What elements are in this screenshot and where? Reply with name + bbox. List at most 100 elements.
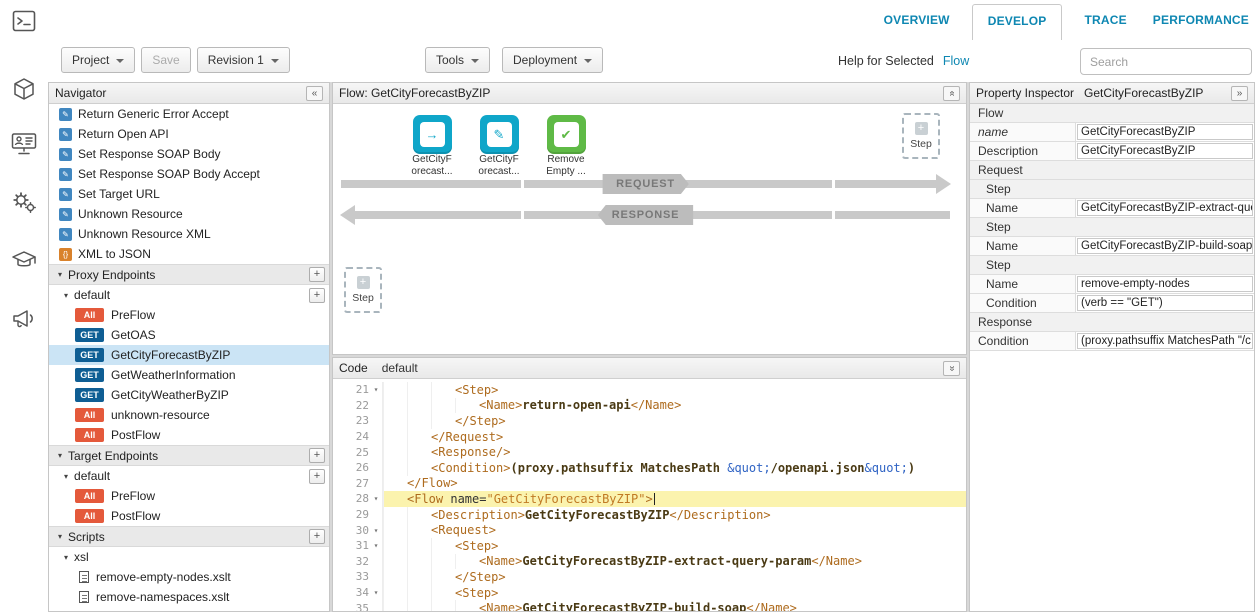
tab-performance[interactable]: PERFORMANCE (1140, 13, 1255, 40)
fold-arrow-icon[interactable]: ▾ (371, 385, 381, 394)
code-line[interactable]: 33</Step> (333, 569, 966, 585)
navigator-section-scripts[interactable]: ▾Scripts+ (49, 526, 329, 547)
graduation-cap-icon[interactable] (11, 248, 37, 272)
project-menu-button[interactable]: Project (61, 47, 135, 73)
revision-menu-button[interactable]: Revision 1 (197, 47, 290, 73)
collapse-down-icon[interactable]: » (943, 361, 960, 376)
navigator-policy-item[interactable]: ✎Unknown Resource XML (49, 224, 329, 244)
get-badge: GET (75, 388, 104, 402)
code-editor[interactable]: 21▾<Step>22<Name>return-open-api</Name>2… (333, 379, 966, 611)
property-value[interactable]: (proxy.pathsuffix MatchesPath "/c (1077, 333, 1253, 349)
navigator-flow-item-postflow[interactable]: AllPostFlow (49, 506, 329, 526)
navigator-title: Navigator (55, 86, 106, 100)
navigator-policy-item[interactable]: {}XML to JSON (49, 244, 329, 264)
indent-guide (407, 460, 431, 476)
code-line[interactable]: 29<Description>GetCityForecastByZIP</Des… (333, 507, 966, 523)
navigator-subsection-default[interactable]: ▾default+ (49, 466, 329, 486)
navigator-flow-item-getcityweatherbyzip[interactable]: GETGetCityWeatherByZIP (49, 385, 329, 405)
save-button[interactable]: Save (141, 47, 190, 73)
line-number: 28 (356, 492, 369, 505)
add-step-button-top[interactable]: + Step (902, 113, 940, 159)
chevron-down-icon: ▾ (64, 553, 68, 562)
add-button[interactable]: + (309, 288, 325, 303)
tab-trace[interactable]: TRACE (1071, 13, 1139, 40)
code-line[interactable]: 35<Name>GetCityForecastByZIP-build-soap<… (333, 600, 966, 611)
navigator-policy-item[interactable]: ✎Unknown Resource (49, 204, 329, 224)
deployment-menu-button[interactable]: Deployment (502, 47, 603, 73)
code-line[interactable]: 22<Name>return-open-api</Name> (333, 398, 966, 414)
flow-step[interactable]: →GetCityForecast... (405, 115, 459, 177)
navigator-policy-item[interactable]: ✎Set Response SOAP Body (49, 144, 329, 164)
property-value[interactable]: GetCityForecastByZIP-build-soap (1077, 238, 1253, 254)
add-button[interactable]: + (309, 448, 325, 463)
navigator-flow-item-preflow[interactable]: AllPreFlow (49, 305, 329, 325)
code-file-tab[interactable]: default (382, 361, 418, 375)
tab-develop[interactable]: DEVELOP (972, 4, 1063, 40)
indent-guide (431, 382, 455, 398)
flow-item-label: PreFlow (111, 308, 155, 322)
terminal-icon[interactable] (12, 9, 36, 33)
navigator-flow-item-preflow[interactable]: AllPreFlow (49, 486, 329, 506)
code-line[interactable]: 31▾<Step> (333, 538, 966, 554)
navigator-flow-item-getoas[interactable]: GETGetOAS (49, 325, 329, 345)
chevron-down-icon (116, 59, 124, 63)
presentation-icon[interactable] (11, 132, 37, 156)
flow-step[interactable]: ✎GetCityForecast... (472, 115, 526, 177)
add-button[interactable]: + (309, 469, 325, 484)
help-flow-link[interactable]: Flow (943, 54, 969, 68)
navigator-flow-item-getcityforecastbyzip[interactable]: GETGetCityForecastByZIP (49, 345, 329, 365)
megaphone-icon[interactable] (11, 306, 37, 330)
code-line[interactable]: 26<Condition>(proxy.pathsuffix MatchesPa… (333, 460, 966, 476)
navigator-subsection-default[interactable]: ▾default+ (49, 285, 329, 305)
property-value[interactable]: GetCityForecastByZIP-extract-query-param (1077, 200, 1253, 216)
navigator-policy-item[interactable]: ✎Return Generic Error Accept (49, 104, 329, 124)
property-value[interactable]: GetCityForecastByZIP (1077, 124, 1253, 140)
property-value[interactable]: GetCityForecastByZIP (1077, 143, 1253, 159)
collapse-right-icon[interactable]: » (1231, 86, 1248, 101)
code-line[interactable]: 24</Request> (333, 429, 966, 445)
add-step-label: Step (352, 292, 374, 304)
gears-icon[interactable] (11, 190, 37, 214)
navigator-section-target-endpoints[interactable]: ▾Target Endpoints+ (49, 445, 329, 466)
add-button[interactable]: + (309, 267, 325, 282)
code-line[interactable]: 30▾<Request> (333, 522, 966, 538)
property-value[interactable]: (verb == "GET") (1077, 295, 1253, 311)
code-line[interactable]: 32<Name>GetCityForecastByZIP-extract-que… (333, 554, 966, 570)
navigator-flow-item-unknown-resource[interactable]: Allunknown-resource (49, 405, 329, 425)
navigator-policy-item[interactable]: ✎Set Response SOAP Body Accept (49, 164, 329, 184)
collapse-up-icon[interactable]: « (943, 86, 960, 101)
fold-arrow-icon[interactable]: ▾ (371, 494, 381, 503)
property-value[interactable]: remove-empty-nodes (1077, 276, 1253, 292)
indent-guide (383, 444, 407, 460)
search-input[interactable] (1080, 48, 1252, 75)
code-line[interactable]: 34▾<Step> (333, 585, 966, 601)
navigator-flow-item-postflow[interactable]: AllPostFlow (49, 425, 329, 445)
code-line[interactable]: 27</Flow> (333, 476, 966, 492)
navigator-flow-item-getweatherinformation[interactable]: GETGetWeatherInformation (49, 365, 329, 385)
fold-arrow-icon[interactable]: ▾ (371, 526, 381, 535)
code-line[interactable]: 25<Response/> (333, 444, 966, 460)
line-number-gutter: 34▾ (333, 585, 383, 601)
navigator-file-item[interactable]: remove-namespaces.xslt (49, 587, 329, 607)
navigator-subsection-xsl[interactable]: ▾xsl (49, 547, 329, 567)
add-step-button-bottom[interactable]: + Step (344, 267, 382, 313)
collapse-left-icon[interactable]: « (306, 86, 323, 101)
flow-item-label: GetCityForecastByZIP (111, 348, 230, 362)
flow-item-label: PostFlow (111, 509, 160, 523)
flow-step[interactable]: ✔RemoveEmpty ... (539, 115, 593, 177)
add-button[interactable]: + (309, 529, 325, 544)
navigator-policy-item[interactable]: ✎Set Target URL (49, 184, 329, 204)
section-label: Step (970, 218, 1254, 236)
navigator-policy-item[interactable]: ✎Return Open API (49, 124, 329, 144)
code-line[interactable]: 28▾<Flow name="GetCityForecastByZIP"> (333, 491, 966, 507)
code-line[interactable]: 21▾<Step> (333, 382, 966, 398)
tools-menu-button[interactable]: Tools (425, 47, 490, 73)
property-label: Name (970, 237, 1076, 255)
fold-arrow-icon[interactable]: ▾ (371, 588, 381, 597)
package-icon[interactable] (12, 77, 36, 101)
tab-overview[interactable]: OVERVIEW (871, 13, 963, 40)
code-line[interactable]: 23</Step> (333, 413, 966, 429)
fold-arrow-icon[interactable]: ▾ (371, 541, 381, 550)
navigator-file-item[interactable]: remove-empty-nodes.xslt (49, 567, 329, 587)
navigator-section-proxy-endpoints[interactable]: ▾Proxy Endpoints+ (49, 264, 329, 285)
